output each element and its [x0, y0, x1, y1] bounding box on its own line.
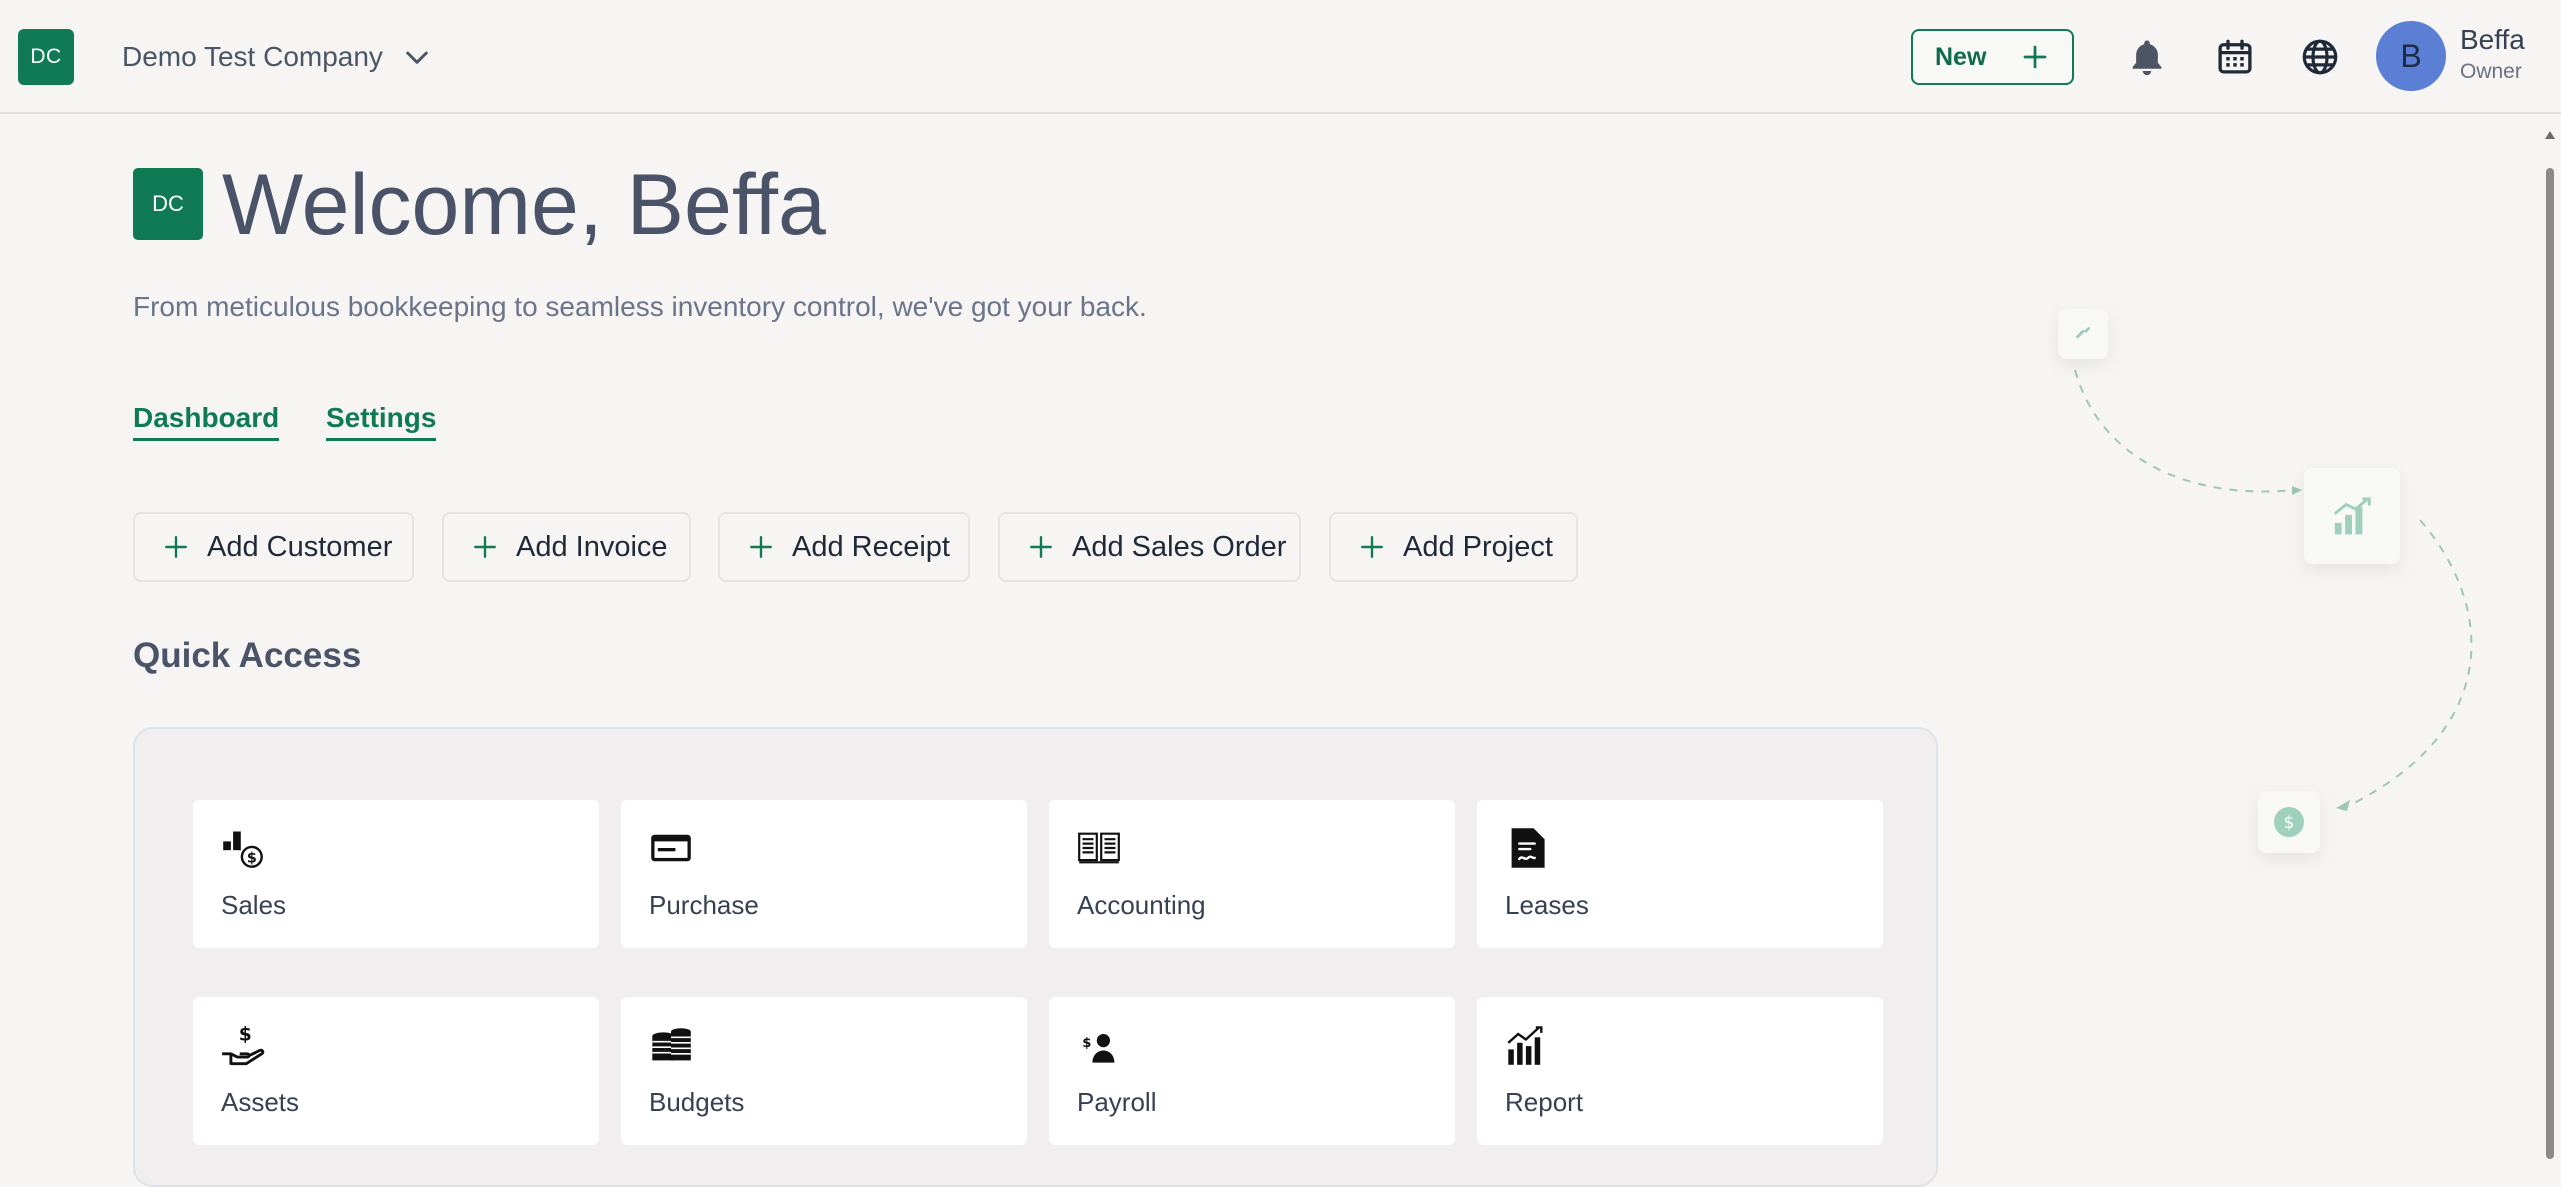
add-invoice-label: Add Invoice	[516, 530, 668, 563]
welcome-company-logo: DC	[133, 168, 203, 240]
svg-text:$: $	[1082, 1036, 1091, 1051]
credit-card-icon	[651, 834, 691, 862]
company-name: Demo Test Company	[122, 41, 383, 72]
chart-icon-card	[2304, 468, 2400, 564]
add-sales-order-label: Add Sales Order	[1072, 530, 1287, 563]
quick-access-report[interactable]: Report	[1477, 997, 1883, 1145]
tab-dashboard[interactable]: Dashboard	[133, 402, 280, 441]
add-receipt-label: Add Receipt	[792, 530, 950, 563]
add-customer-button[interactable]: Add Customer	[133, 512, 414, 582]
page-title: Welcome, Beffa	[222, 157, 826, 253]
quick-access-accounting[interactable]: Accounting	[1049, 800, 1455, 948]
sales-icon: $	[223, 831, 263, 868]
scroll-up-arrow-icon[interactable]	[2545, 131, 2555, 139]
card-label: Sales	[221, 890, 287, 920]
card-label: Budgets	[649, 1087, 745, 1117]
card-label: Assets	[221, 1087, 300, 1117]
card-label: Accounting	[1077, 890, 1206, 920]
document-icon	[1511, 828, 1545, 868]
new-button-label: New	[1935, 42, 1987, 71]
svg-text:$: $	[239, 1025, 252, 1046]
plus-icon	[165, 536, 187, 558]
avatar[interactable]: B	[2376, 21, 2446, 91]
ledger-book-icon	[1078, 832, 1120, 864]
card-label: Payroll	[1077, 1087, 1157, 1117]
coin-stack-icon	[652, 1028, 691, 1061]
add-receipt-button[interactable]: Add Receipt	[718, 512, 970, 582]
company-switcher[interactable]: Demo Test Company	[122, 34, 433, 80]
link-icon	[2076, 327, 2090, 339]
page-subtitle: From meticulous bookkeeping to seamless …	[133, 291, 1147, 322]
quick-access-payroll[interactable]: $ Payroll	[1049, 997, 1455, 1145]
plus-icon	[2023, 45, 2047, 69]
chevron-down-icon	[406, 51, 428, 64]
vertical-scrollbar-thumb[interactable]	[2546, 168, 2554, 1159]
top-bar: DC Demo Test Company New B Beffa Owner	[0, 0, 2561, 114]
user-role: Owner	[2460, 60, 2522, 83]
dollar-coin-icon: $	[2274, 807, 2304, 837]
plus-icon	[1361, 536, 1383, 558]
add-sales-order-button[interactable]: Add Sales Order	[998, 512, 1301, 582]
person-pay-icon: $	[1082, 1034, 1115, 1063]
quick-access-sales[interactable]: $ Sales	[193, 800, 599, 948]
link-icon-card	[2058, 309, 2108, 359]
calendar-icon	[2218, 39, 2252, 74]
company-logo[interactable]: DC	[18, 29, 74, 85]
quick-access-leases[interactable]: Leases	[1477, 800, 1883, 948]
globe-icon	[2302, 39, 2338, 75]
quick-access-title: Quick Access	[133, 636, 362, 675]
plus-icon	[1030, 536, 1052, 558]
hand-dollar-icon: $	[222, 1025, 265, 1066]
bar-chart-icon	[1507, 1026, 1543, 1065]
growth-chart-icon	[2333, 497, 2371, 535]
quick-access-budgets[interactable]: Budgets	[621, 997, 1027, 1145]
calendar-button[interactable]	[2212, 34, 2258, 80]
dollar-icon-card: $	[2258, 791, 2320, 853]
plus-icon	[474, 536, 496, 558]
quick-access-assets[interactable]: $ Assets	[193, 997, 599, 1145]
card-label: Purchase	[649, 890, 759, 920]
card-label: Leases	[1505, 890, 1589, 920]
add-customer-label: Add Customer	[207, 530, 393, 563]
new-button[interactable]: New	[1911, 29, 2074, 85]
add-invoice-button[interactable]: Add Invoice	[442, 512, 691, 582]
svg-text:$: $	[247, 850, 257, 866]
add-project-label: Add Project	[1403, 530, 1553, 563]
bell-icon	[2132, 40, 2162, 76]
plus-icon	[750, 536, 772, 558]
quick-access-purchase[interactable]: Purchase	[621, 800, 1027, 948]
add-project-button[interactable]: Add Project	[1329, 512, 1578, 582]
notifications-button[interactable]	[2124, 34, 2170, 80]
card-label: Report	[1505, 1087, 1584, 1117]
tab-settings[interactable]: Settings	[326, 402, 437, 441]
svg-text:$: $	[2284, 813, 2295, 833]
decorative-flow-lines	[2074, 369, 2473, 811]
quick-access-panel: $ Sales Purchase Accounting Leases $ Ass…	[133, 727, 1938, 1187]
language-button[interactable]	[2297, 34, 2343, 80]
user-name[interactable]: Beffa	[2460, 24, 2525, 56]
